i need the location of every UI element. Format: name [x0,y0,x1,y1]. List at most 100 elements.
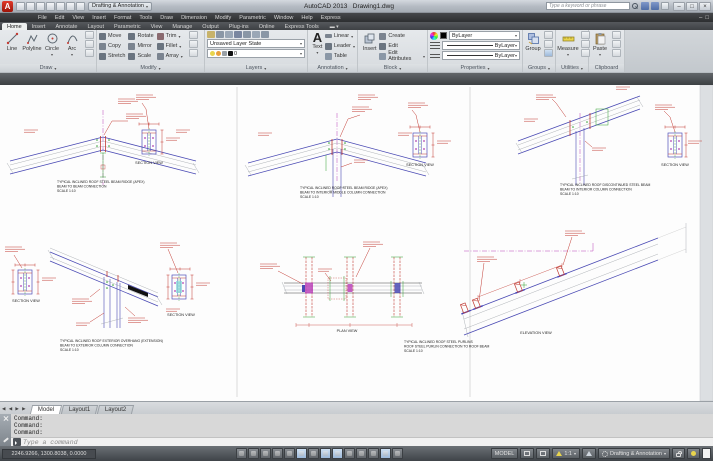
search-input[interactable] [546,2,630,10]
tab-insert[interactable]: Insert [27,23,51,30]
array-tool[interactable]: Array ▾ [156,51,183,61]
panel-title-block[interactable]: Block ▾ [358,64,427,72]
tab-manage[interactable]: Manage [167,23,197,30]
tab-layout[interactable]: Layout [82,23,109,30]
detail-ridge-beam-to-beam[interactable]: SECTION VIEW TYPICAL INCLINED ROOF STEEL… [6,94,200,193]
menu-parametric[interactable]: Parametric [235,15,270,21]
menu-tools[interactable]: Tools [135,15,156,21]
dynamic-ucs-toggle[interactable] [332,448,343,459]
redo-button[interactable] [76,1,85,11]
tab-annotate[interactable]: Annotate [50,23,82,30]
close-button[interactable]: × [699,1,711,11]
restore-button[interactable]: □ [686,1,698,11]
tab-layout2[interactable]: Layout2 [97,405,135,414]
clean-screen-button[interactable] [702,448,711,459]
infer-constraints-toggle[interactable] [236,448,247,459]
workspace-dropdown[interactable]: Drafting & Annotation ▾ [88,1,152,11]
open-file-button[interactable] [26,1,35,11]
model-space-button[interactable]: MODEL [490,448,519,459]
tab-model[interactable]: Model [29,405,63,414]
match-properties-icon[interactable] [612,49,621,57]
layer-match-icon[interactable] [252,31,260,38]
layer-prev-icon[interactable] [261,31,269,38]
polar-tracking-toggle[interactable] [284,448,295,459]
menu-window[interactable]: Window [270,15,298,21]
save-as-button[interactable] [46,1,55,11]
doc-restore-button[interactable]: □ [705,15,709,21]
color-dropdown[interactable]: ByLayer ▾ [449,31,520,40]
copy-tool[interactable]: Copy [99,41,125,51]
text-tool[interactable]: A Text ▾ [310,31,325,55]
drawing-canvas[interactable]: SECTION VIEW TYPICAL INCLINED ROOF STEEL… [0,84,713,402]
scale-tool[interactable]: Scale [128,51,153,61]
exchange-apps-icon[interactable] [651,2,659,10]
tab-online[interactable]: Online [254,23,280,30]
plot-button[interactable] [56,1,65,11]
ellipse-tool-icon[interactable] [85,40,94,48]
3d-object-snap-toggle[interactable] [308,448,319,459]
panel-title-groups[interactable]: Groups ▾ [523,64,555,72]
detail-discontinued-beam[interactable]: SECTION VIEW TYPICAL INCLINED ROOF DISCO… [515,86,703,196]
tab-layout1[interactable]: Layout1 [60,405,99,414]
rectangle-tool-icon[interactable] [85,31,94,39]
dynamic-input-toggle[interactable] [344,448,355,459]
autocad-logo-icon[interactable]: A [2,0,13,12]
menu-dimension[interactable]: Dimension [177,15,211,21]
snap-mode-toggle[interactable] [248,448,259,459]
menu-help[interactable]: Help [297,15,316,21]
edit-attributes-tool[interactable]: Edit Attributes ▾ [379,50,425,62]
detail-exterior-overhang[interactable]: SECTION VIEW SECTION VIEW TYPICAL INCLIN… [4,242,211,352]
mirror-tool[interactable]: Mirror [128,41,153,51]
annotation-monitor-toggle[interactable] [392,448,403,459]
detail-purlin-elevation[interactable]: ELEVATION VIEW [457,223,687,338]
explode-tool-icon[interactable] [188,40,198,48]
minimize-button[interactable]: – [673,1,685,11]
layer-state-dropdown[interactable]: Unsaved Layer State ▾ [207,39,305,48]
table-tool[interactable]: Table [324,51,355,61]
trim-tool[interactable]: Trim ▾ [156,31,183,41]
polyline-tool[interactable]: Polyline [22,31,42,52]
selection-cycling-toggle[interactable] [380,448,391,459]
layer-freeze-icon[interactable] [234,31,242,38]
panel-title-properties[interactable]: Properties ▾ [428,64,522,72]
layer-lock-icon[interactable] [243,31,251,38]
quick-view-drawings-button[interactable] [536,448,551,459]
detail-purlin-plan[interactable]: PLAN VIEW TYPICAL INCLINED ROOF STEEL PU… [259,241,489,353]
paste-tool[interactable]: Paste ▾ [591,31,609,57]
lineweight-toggle[interactable] [356,448,367,459]
fillet-tool[interactable]: Fillet ▾ [156,41,183,51]
linear-dimension-tool[interactable]: Linear ▾ [324,31,355,41]
group-edit-icon[interactable] [544,40,553,48]
linetype-dropdown[interactable]: ByLayer ▾ [442,51,520,60]
rotate-tool[interactable]: Rotate [128,31,154,41]
move-tool[interactable]: Move [99,31,125,41]
cut-icon[interactable] [612,31,621,39]
line-tool[interactable]: Line [2,31,22,52]
tab-home[interactable]: Home [2,23,27,30]
insert-block-tool[interactable]: Insert [360,31,379,52]
signin-icon[interactable] [641,2,649,10]
tab-view[interactable]: View [146,23,168,30]
tab-express-tools[interactable]: Express Tools [280,23,324,30]
toolbar-lock-button[interactable] [672,448,685,459]
grid-display-toggle[interactable] [260,448,271,459]
menu-draw[interactable]: Draw [156,15,177,21]
undo-button[interactable] [66,1,75,11]
tab-plugins[interactable]: Plug-ins [224,23,254,30]
layer-dropdown[interactable]: 0 ▾ [207,49,305,58]
menu-file[interactable]: File [34,15,51,21]
search-icon[interactable] [632,2,639,10]
offset-tool-icon[interactable] [188,49,198,57]
layer-isolate-icon[interactable] [225,31,233,38]
new-file-button[interactable] [16,1,25,11]
panel-title-modify[interactable]: Modify ▾ [97,64,204,72]
isolate-objects-button[interactable] [687,448,700,459]
measure-tool[interactable]: Measure ▾ [557,31,579,57]
stretch-tool[interactable]: Stretch [99,51,125,61]
command-input[interactable] [23,438,711,446]
annotation-visibility-button[interactable] [582,448,596,459]
menu-format[interactable]: Format [110,15,135,21]
lineweight-dropdown[interactable]: ByLayer ▾ [442,41,520,50]
panel-title-draw[interactable]: Draw ▾ [0,64,96,72]
create-block-tool[interactable]: Create [379,31,425,41]
